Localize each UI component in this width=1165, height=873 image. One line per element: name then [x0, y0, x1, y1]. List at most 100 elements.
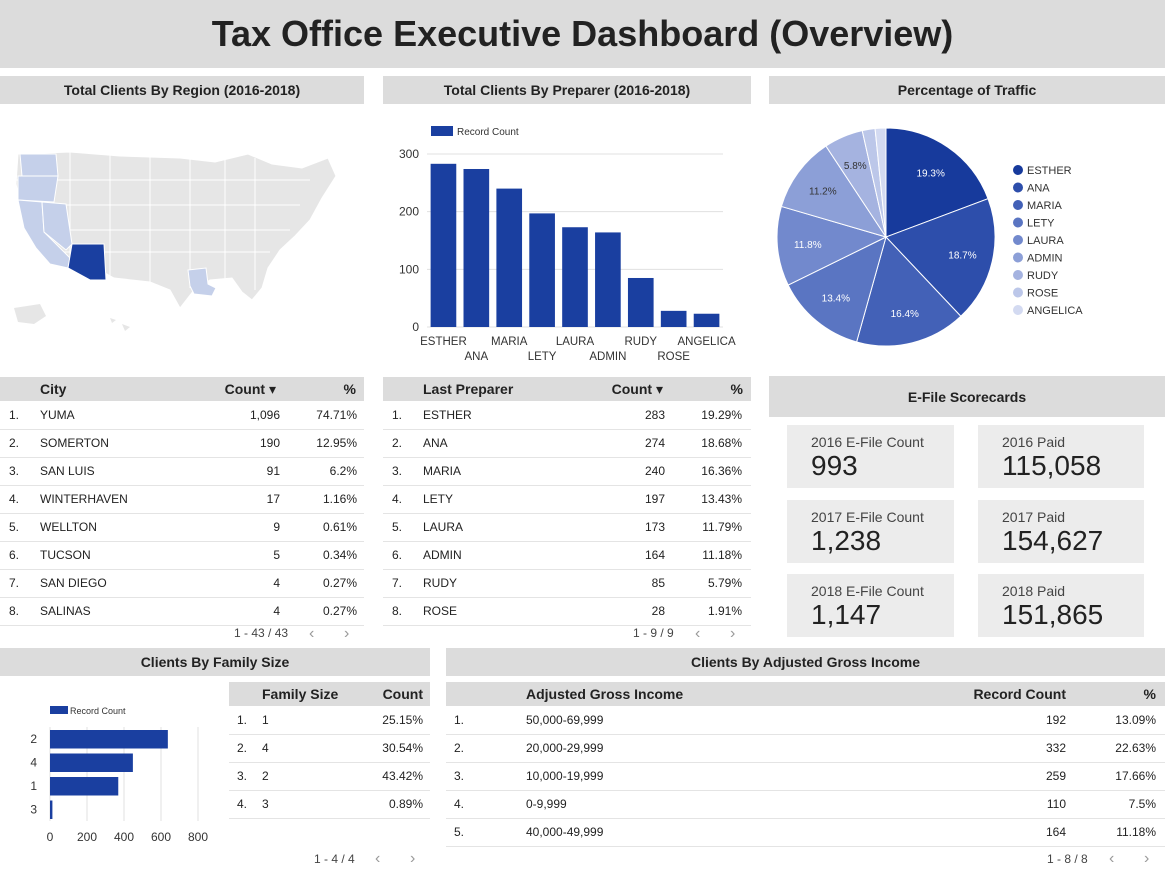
table-row[interactable]: 6. TUCSON 5 0.34% — [0, 541, 364, 570]
state-oregon[interactable] — [17, 175, 59, 203]
cell-agi-range: 10,000-19,999 — [526, 769, 604, 783]
col-agi[interactable]: Adjusted Gross Income — [526, 682, 683, 706]
table-row[interactable]: 2. 20,000-29,999 332 22.63% — [446, 734, 1165, 763]
row-index: 3. — [9, 464, 20, 478]
table-row[interactable]: 5. WELLTON 9 0.61% — [0, 513, 364, 542]
scorecard-2016-efile: 2016 E-File Count 993 — [787, 425, 954, 488]
row-index: 7. — [9, 576, 20, 590]
scorecard-label: 2016 Paid — [1002, 434, 1066, 450]
bar — [562, 227, 588, 327]
agi-table-pager: 1 - 8 / 8 — [1047, 852, 1088, 866]
cell-family-size: 2 — [262, 769, 269, 783]
pie-value-label: 16.4% — [891, 309, 919, 320]
table-row[interactable]: 3. MARIA 240 16.36% — [383, 457, 751, 486]
table-row[interactable]: 2. ANA 274 18.68% — [383, 429, 751, 458]
cell-count: 274 — [644, 436, 665, 450]
table-row[interactable]: 4. WINTERHAVEN 17 1.16% — [0, 485, 364, 514]
table-row[interactable]: 7. SAN DIEGO 4 0.27% — [0, 569, 364, 598]
table-row[interactable]: 4. 0-9,999 110 7.5% — [446, 790, 1165, 819]
pie-value-label: 11.2% — [809, 186, 837, 197]
panel-title-agi: Clients By Adjusted Gross Income — [446, 648, 1165, 676]
x-tick-label: 400 — [114, 830, 134, 844]
legend-label: ANGELICA — [1027, 305, 1083, 317]
legend-label: LAURA — [1027, 235, 1064, 247]
table-row[interactable]: 1. 1 25.15% — [229, 706, 430, 735]
table-row[interactable]: 4. 3 0.89% — [229, 790, 430, 819]
col-percent[interactable]: % — [703, 377, 743, 401]
legend-marker — [1013, 305, 1023, 315]
col-percent[interactable]: % — [1106, 682, 1156, 706]
family-size-bar-chart[interactable]: Record Count 0 200 400 600 800 2 4 1 3 — [0, 690, 225, 850]
legend-marker — [1013, 217, 1023, 228]
bar — [529, 213, 555, 327]
preparer-bar-chart[interactable]: Record Count 0 100 200 300 ESTHER ANAMARIALETY… — [383, 112, 751, 374]
scorecard-label: 2016 E-File Count — [811, 434, 924, 450]
dashboard-title: Tax Office Executive Dashboard (Overview… — [0, 0, 1165, 68]
bar — [430, 163, 457, 327]
table-row[interactable]: 1. YUMA 1,096 74.71% — [0, 401, 364, 430]
table-row[interactable]: 7. RUDY 85 5.79% — [383, 569, 751, 598]
table-row[interactable]: 4. LETY 197 13.43% — [383, 485, 751, 514]
table-row[interactable]: 5. LAURA 173 11.79% — [383, 513, 751, 542]
col-last-preparer[interactable]: Last Preparer — [423, 377, 513, 401]
table-row[interactable]: 5. 40,000-49,999 164 11.18% — [446, 818, 1165, 847]
col-percent[interactable]: % — [320, 377, 356, 401]
next-page-icon[interactable]: › — [410, 851, 415, 867]
scorecard-label: 2018 E-File Count — [811, 583, 924, 599]
x-tick-label: ADMIN — [589, 351, 626, 363]
prev-page-icon[interactable]: ‹ — [1109, 851, 1114, 867]
scorecard-value: 154,627 — [1002, 525, 1104, 556]
state-washington[interactable] — [19, 153, 59, 177]
prev-page-icon[interactable]: ‹ — [695, 626, 700, 642]
cell-percent: 13.43% — [701, 492, 742, 506]
legend-marker — [1013, 270, 1023, 280]
cell-record-count: 259 — [1045, 769, 1066, 783]
cell-count: 1,096 — [249, 408, 280, 422]
cell-preparer: RUDY — [423, 576, 458, 590]
cell-family-size: 1 — [262, 713, 269, 727]
cell-count: 9 — [273, 520, 280, 534]
table-row[interactable]: 2. SOMERTON 190 12.95% — [0, 429, 364, 458]
prev-page-icon[interactable]: ‹ — [309, 626, 314, 642]
cell-percent: 17.66% — [1115, 769, 1156, 783]
us-region-map[interactable] — [10, 140, 350, 340]
row-index: 4. — [454, 797, 465, 811]
table-row[interactable]: 6. ADMIN 164 11.18% — [383, 541, 751, 570]
scorecard-value: 1,147 — [811, 599, 882, 630]
next-page-icon[interactable]: › — [1144, 851, 1149, 867]
table-row[interactable]: 8. SALINAS 4 0.27% — [0, 597, 364, 626]
table-row[interactable]: 3. 2 43.42% — [229, 762, 430, 791]
row-index: 3. — [237, 769, 248, 783]
panel-title-family: Clients By Family Size — [0, 648, 430, 676]
table-row[interactable]: 1. 50,000-69,999 192 13.09% — [446, 706, 1165, 735]
table-row[interactable]: 8. ROSE 28 1.91% — [383, 597, 751, 626]
col-family-size[interactable]: Family Size — [262, 682, 338, 706]
next-page-icon[interactable]: › — [344, 626, 349, 642]
pager-range: 1 - 43 / 43 — [234, 626, 289, 640]
cell-percent: 7.5% — [1128, 797, 1156, 811]
col-count[interactable]: Count — [369, 682, 423, 706]
cell-percent: 12.95% — [316, 436, 357, 450]
map-hawaii — [110, 318, 130, 331]
table-row[interactable]: 1. ESTHER 283 19.29% — [383, 401, 751, 430]
legend-label: Record Count — [457, 127, 519, 138]
table-row[interactable]: 2. 4 30.54% — [229, 734, 430, 763]
col-count-sort[interactable]: Count ▾ — [583, 377, 663, 401]
cell-record-count: 192 — [1045, 713, 1066, 727]
col-count-sort[interactable]: Count ▾ — [200, 377, 276, 401]
legend-swatch — [431, 126, 453, 136]
row-index: 7. — [392, 576, 403, 590]
scorecard-value: 115,058 — [1002, 450, 1102, 481]
agi-table-header: Adjusted Gross Income Record Count % — [446, 682, 1165, 706]
scorecard-2017-paid: 2017 Paid 154,627 — [978, 500, 1144, 563]
table-row[interactable]: 3. SAN LUIS 91 6.2% — [0, 457, 364, 486]
state-arizona[interactable] — [67, 243, 107, 281]
col-city[interactable]: City — [40, 377, 66, 401]
traffic-pie-chart[interactable]: 19.3% 18.7% 16.4% 13.4% 11.8% 11.2% 5.8% ESTHER… — [769, 112, 1165, 372]
cell-family-size: 3 — [262, 797, 269, 811]
table-row[interactable]: 3. 10,000-19,999 259 17.66% — [446, 762, 1165, 791]
col-record-count[interactable]: Record Count — [926, 682, 1066, 706]
next-page-icon[interactable]: › — [730, 626, 735, 642]
prev-page-icon[interactable]: ‹ — [375, 851, 380, 867]
city-table-pager: 1 - 43 / 43 — [234, 626, 288, 640]
